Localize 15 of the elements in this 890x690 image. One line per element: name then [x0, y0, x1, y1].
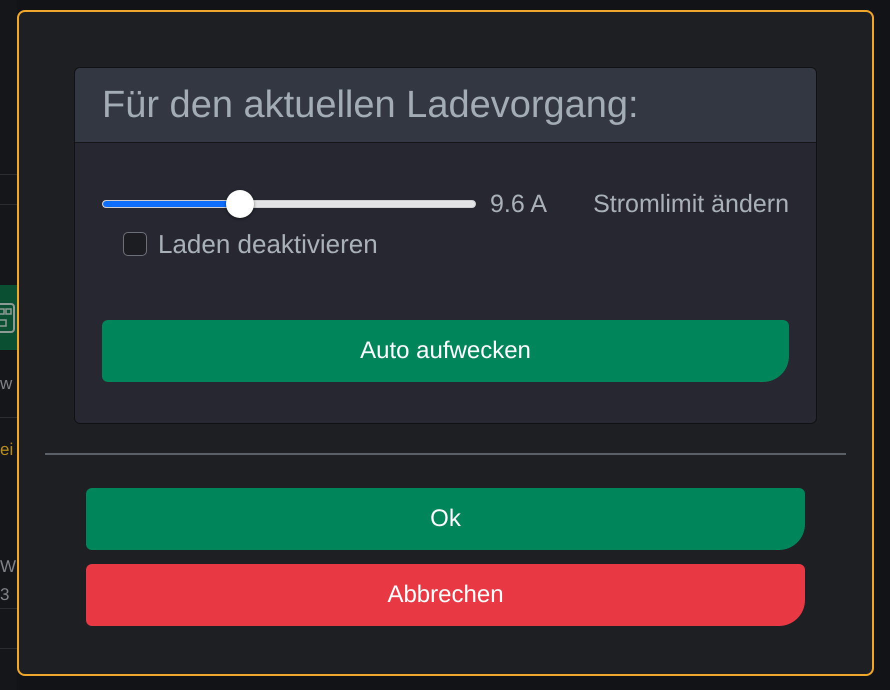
- slider-thumb[interactable]: [226, 190, 254, 218]
- ok-button[interactable]: Ok: [86, 488, 805, 550]
- slider-track[interactable]: [102, 200, 476, 208]
- wake-car-button[interactable]: Auto aufwecken: [102, 320, 789, 382]
- cancel-button[interactable]: Abbrechen: [86, 564, 805, 626]
- panel-icon: [0, 302, 15, 332]
- slider-reading: 9.6 A: [490, 190, 547, 218]
- background-text: 3: [0, 584, 10, 604]
- background-text: W: [0, 557, 16, 577]
- background-text: ei: [0, 440, 14, 460]
- card-title: Für den aktuellen Ladevorgang:: [102, 83, 639, 128]
- slider-label: Stromlimit ändern: [593, 190, 789, 218]
- checkbox[interactable]: [123, 232, 147, 256]
- checkbox-label: Laden deaktivieren: [158, 230, 378, 258]
- background-text: w: [0, 374, 12, 394]
